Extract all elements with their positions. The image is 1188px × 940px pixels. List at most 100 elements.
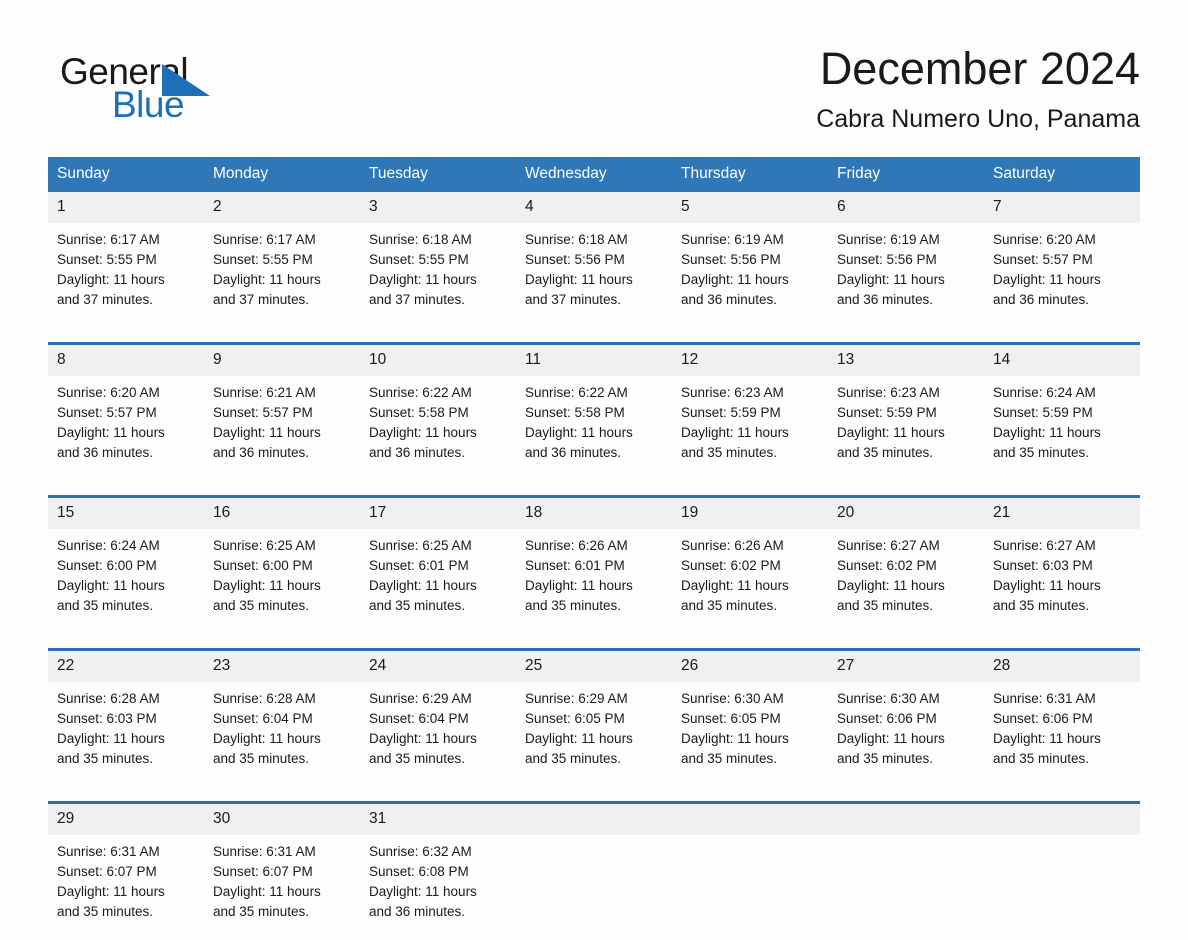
day-number: 9 [204, 345, 360, 376]
day-details: Sunrise: 6:20 AMSunset: 5:57 PMDaylight:… [984, 223, 1140, 328]
day-number [828, 804, 984, 835]
day-number: 7 [984, 192, 1140, 223]
calendar-header-row: Sunday Monday Tuesday Wednesday Thursday… [48, 157, 1140, 192]
calendar-day-cell[interactable]: 15Sunrise: 6:24 AMSunset: 6:00 PMDayligh… [48, 497, 204, 635]
day-sunset-text: Sunset: 5:59 PM [993, 403, 1131, 423]
day-daylight-line2-text: and 35 minutes. [993, 596, 1131, 616]
day-number: 8 [48, 345, 204, 376]
calendar-day-cell[interactable]: 31Sunrise: 6:32 AMSunset: 6:08 PMDayligh… [360, 803, 516, 940]
calendar-day-cell[interactable]: 16Sunrise: 6:25 AMSunset: 6:00 PMDayligh… [204, 497, 360, 635]
calendar-day-cell[interactable]: 1Sunrise: 6:17 AMSunset: 5:55 PMDaylight… [48, 192, 204, 328]
day-daylight-line2-text: and 35 minutes. [837, 443, 975, 463]
day-daylight-line1-text: Daylight: 11 hours [837, 423, 975, 443]
day-sunrise-text: Sunrise: 6:22 AM [525, 383, 663, 403]
calendar-day-cell[interactable]: 3Sunrise: 6:18 AMSunset: 5:55 PMDaylight… [360, 192, 516, 328]
day-daylight-line1-text: Daylight: 11 hours [369, 729, 507, 749]
day-daylight-line1-text: Daylight: 11 hours [57, 729, 195, 749]
day-sunset-text: Sunset: 5:59 PM [681, 403, 819, 423]
day-daylight-line2-text: and 35 minutes. [681, 596, 819, 616]
day-details: Sunrise: 6:24 AMSunset: 6:00 PMDaylight:… [48, 529, 204, 634]
calendar-week-row: 15Sunrise: 6:24 AMSunset: 6:00 PMDayligh… [48, 497, 1140, 635]
day-daylight-line1-text: Daylight: 11 hours [369, 576, 507, 596]
day-number: 18 [516, 498, 672, 529]
day-daylight-line2-text: and 35 minutes. [993, 443, 1131, 463]
day-sunrise-text: Sunrise: 6:25 AM [213, 536, 351, 556]
day-number [672, 804, 828, 835]
calendar-day-cell[interactable]: 27Sunrise: 6:30 AMSunset: 6:06 PMDayligh… [828, 650, 984, 788]
day-sunrise-text: Sunrise: 6:30 AM [837, 689, 975, 709]
day-sunrise-text: Sunrise: 6:18 AM [369, 230, 507, 250]
day-sunrise-text: Sunrise: 6:19 AM [837, 230, 975, 250]
calendar-day-cell[interactable]: 29Sunrise: 6:31 AMSunset: 6:07 PMDayligh… [48, 803, 204, 940]
day-daylight-line1-text: Daylight: 11 hours [213, 270, 351, 290]
day-details: Sunrise: 6:31 AMSunset: 6:06 PMDaylight:… [984, 682, 1140, 787]
day-daylight-line2-text: and 35 minutes. [369, 596, 507, 616]
day-details: Sunrise: 6:20 AMSunset: 5:57 PMDaylight:… [48, 376, 204, 481]
day-details: Sunrise: 6:28 AMSunset: 6:04 PMDaylight:… [204, 682, 360, 787]
calendar-day-cell[interactable]: 28Sunrise: 6:31 AMSunset: 6:06 PMDayligh… [984, 650, 1140, 788]
calendar-day-cell[interactable]: 9Sunrise: 6:21 AMSunset: 5:57 PMDaylight… [204, 344, 360, 482]
day-sunrise-text: Sunrise: 6:26 AM [525, 536, 663, 556]
day-daylight-line1-text: Daylight: 11 hours [369, 882, 507, 902]
day-sunset-text: Sunset: 5:56 PM [681, 250, 819, 270]
day-daylight-line1-text: Daylight: 11 hours [525, 576, 663, 596]
calendar-day-cell[interactable]: 17Sunrise: 6:25 AMSunset: 6:01 PMDayligh… [360, 497, 516, 635]
calendar-day-cell[interactable]: 23Sunrise: 6:28 AMSunset: 6:04 PMDayligh… [204, 650, 360, 788]
day-daylight-line1-text: Daylight: 11 hours [837, 729, 975, 749]
general-blue-logo[interactable]: General Blue [60, 52, 290, 134]
day-sunset-text: Sunset: 5:55 PM [57, 250, 195, 270]
week-spacer-cell [48, 787, 1140, 803]
calendar-day-cell[interactable]: 18Sunrise: 6:26 AMSunset: 6:01 PMDayligh… [516, 497, 672, 635]
calendar-day-cell[interactable]: 24Sunrise: 6:29 AMSunset: 6:04 PMDayligh… [360, 650, 516, 788]
day-daylight-line1-text: Daylight: 11 hours [525, 423, 663, 443]
calendar-empty-cell [828, 803, 984, 940]
calendar-empty-cell [516, 803, 672, 940]
calendar-week-row: 29Sunrise: 6:31 AMSunset: 6:07 PMDayligh… [48, 803, 1140, 940]
day-details: Sunrise: 6:27 AMSunset: 6:03 PMDaylight:… [984, 529, 1140, 634]
calendar-day-cell[interactable]: 10Sunrise: 6:22 AMSunset: 5:58 PMDayligh… [360, 344, 516, 482]
calendar-day-cell[interactable]: 22Sunrise: 6:28 AMSunset: 6:03 PMDayligh… [48, 650, 204, 788]
day-number: 6 [828, 192, 984, 223]
calendar-day-cell[interactable]: 30Sunrise: 6:31 AMSunset: 6:07 PMDayligh… [204, 803, 360, 940]
day-daylight-line1-text: Daylight: 11 hours [57, 423, 195, 443]
day-number [984, 804, 1140, 835]
week-spacer-cell [48, 634, 1140, 650]
day-details: Sunrise: 6:26 AMSunset: 6:02 PMDaylight:… [672, 529, 828, 634]
day-details: Sunrise: 6:30 AMSunset: 6:06 PMDaylight:… [828, 682, 984, 787]
weekday-header-saturday: Saturday [984, 157, 1140, 192]
calendar-day-cell[interactable]: 13Sunrise: 6:23 AMSunset: 5:59 PMDayligh… [828, 344, 984, 482]
day-details: Sunrise: 6:25 AMSunset: 6:00 PMDaylight:… [204, 529, 360, 634]
calendar-day-cell[interactable]: 21Sunrise: 6:27 AMSunset: 6:03 PMDayligh… [984, 497, 1140, 635]
calendar-day-cell[interactable]: 2Sunrise: 6:17 AMSunset: 5:55 PMDaylight… [204, 192, 360, 328]
calendar-day-cell[interactable]: 7Sunrise: 6:20 AMSunset: 5:57 PMDaylight… [984, 192, 1140, 328]
day-number: 27 [828, 651, 984, 682]
weekday-header-tuesday: Tuesday [360, 157, 516, 192]
calendar-day-cell[interactable]: 11Sunrise: 6:22 AMSunset: 5:58 PMDayligh… [516, 344, 672, 482]
calendar-body: 1Sunrise: 6:17 AMSunset: 5:55 PMDaylight… [48, 192, 1140, 940]
day-daylight-line1-text: Daylight: 11 hours [525, 729, 663, 749]
day-details: Sunrise: 6:29 AMSunset: 6:05 PMDaylight:… [516, 682, 672, 787]
day-details: Sunrise: 6:21 AMSunset: 5:57 PMDaylight:… [204, 376, 360, 481]
calendar-day-cell[interactable]: 26Sunrise: 6:30 AMSunset: 6:05 PMDayligh… [672, 650, 828, 788]
calendar-day-cell[interactable]: 14Sunrise: 6:24 AMSunset: 5:59 PMDayligh… [984, 344, 1140, 482]
day-sunset-text: Sunset: 6:02 PM [681, 556, 819, 576]
day-daylight-line2-text: and 36 minutes. [213, 443, 351, 463]
calendar-day-cell[interactable]: 19Sunrise: 6:26 AMSunset: 6:02 PMDayligh… [672, 497, 828, 635]
day-details: Sunrise: 6:18 AMSunset: 5:56 PMDaylight:… [516, 223, 672, 328]
day-number: 3 [360, 192, 516, 223]
day-sunset-text: Sunset: 5:55 PM [369, 250, 507, 270]
calendar-day-cell[interactable]: 8Sunrise: 6:20 AMSunset: 5:57 PMDaylight… [48, 344, 204, 482]
weekday-header-thursday: Thursday [672, 157, 828, 192]
calendar-day-cell[interactable]: 5Sunrise: 6:19 AMSunset: 5:56 PMDaylight… [672, 192, 828, 328]
calendar-day-cell[interactable]: 12Sunrise: 6:23 AMSunset: 5:59 PMDayligh… [672, 344, 828, 482]
day-sunset-text: Sunset: 6:05 PM [681, 709, 819, 729]
day-details: Sunrise: 6:25 AMSunset: 6:01 PMDaylight:… [360, 529, 516, 634]
day-daylight-line2-text: and 35 minutes. [993, 749, 1131, 769]
day-details: Sunrise: 6:22 AMSunset: 5:58 PMDaylight:… [516, 376, 672, 481]
day-details: Sunrise: 6:29 AMSunset: 6:04 PMDaylight:… [360, 682, 516, 787]
day-sunset-text: Sunset: 5:55 PM [213, 250, 351, 270]
calendar-day-cell[interactable]: 25Sunrise: 6:29 AMSunset: 6:05 PMDayligh… [516, 650, 672, 788]
calendar-day-cell[interactable]: 4Sunrise: 6:18 AMSunset: 5:56 PMDaylight… [516, 192, 672, 328]
calendar-day-cell[interactable]: 20Sunrise: 6:27 AMSunset: 6:02 PMDayligh… [828, 497, 984, 635]
calendar-day-cell[interactable]: 6Sunrise: 6:19 AMSunset: 5:56 PMDaylight… [828, 192, 984, 328]
